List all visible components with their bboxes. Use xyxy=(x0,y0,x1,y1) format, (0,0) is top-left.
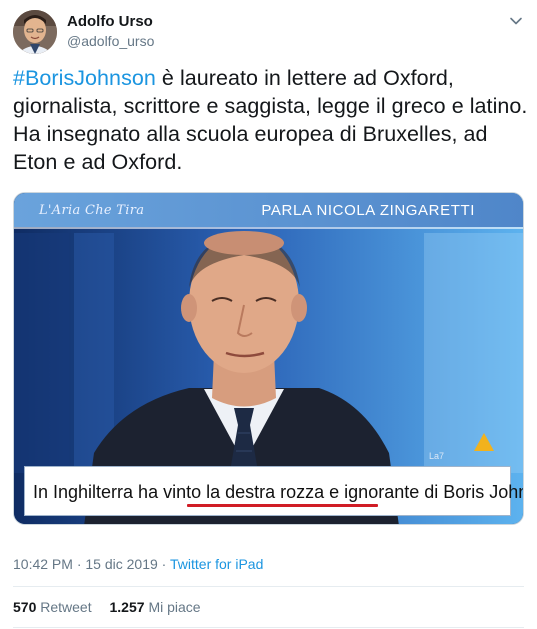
caption-bar: In Inghilterra ha vinto la destra rozza … xyxy=(24,466,523,516)
retweet-stat[interactable]: 570 Retweet xyxy=(13,599,92,615)
avatar-image xyxy=(13,10,57,54)
chevron-down-icon[interactable] xyxy=(509,14,523,28)
author-handle[interactable]: @adolfo_urso xyxy=(67,32,154,50)
tweet-stats: 570 Retweet 1.257 Mi piace xyxy=(13,598,215,616)
like-label: Mi piace xyxy=(148,599,201,615)
retweet-label: Retweet xyxy=(40,599,92,615)
author-block[interactable]: Adolfo Urso @adolfo_urso xyxy=(67,13,154,50)
divider xyxy=(13,627,524,628)
tweet-meta: 10:42 PM · 15 dic 2019 · Twitter for iPa… xyxy=(13,555,263,573)
red-underline xyxy=(187,504,378,507)
tweet-date[interactable]: 15 dic 2019 xyxy=(85,556,157,572)
speaker-banner: PARLA NICOLA ZINGARETTI xyxy=(261,202,475,219)
hashtag-link[interactable]: #BorisJohnson xyxy=(13,66,156,90)
show-logo-text: L'Aria Che Tira xyxy=(39,203,145,218)
tweet-card: Adolfo Urso @adolfo_urso #BorisJohnson è… xyxy=(0,0,537,629)
retweet-count: 570 xyxy=(13,599,37,615)
like-stat[interactable]: 1.257 Mi piace xyxy=(110,599,201,615)
meta-separator: · xyxy=(72,556,86,572)
like-count: 1.257 xyxy=(109,599,145,615)
tweet-media[interactable]: La7 L'Aria Che Tira PARLA NICOLA ZINGARE… xyxy=(13,192,524,525)
author-name[interactable]: Adolfo Urso xyxy=(67,13,154,31)
avatar[interactable] xyxy=(13,10,57,54)
divider xyxy=(13,586,524,587)
tweet-time[interactable]: 10:42 PM xyxy=(13,556,73,572)
tweet-text: #BorisJohnson è laureato in lettere ad O… xyxy=(13,64,528,176)
caption-text: In Inghilterra ha vinto la destra rozza … xyxy=(33,467,523,515)
caption-after: di Boris Johnson. xyxy=(424,482,523,502)
svg-text:La7: La7 xyxy=(429,451,444,461)
caption-before: In Inghilterra ha vinto xyxy=(33,482,207,502)
tweet-source-link[interactable]: Twitter for iPad xyxy=(170,556,263,572)
caption-highlight: la destra rozza e ignorante xyxy=(206,482,420,502)
meta-separator: · xyxy=(157,556,170,572)
